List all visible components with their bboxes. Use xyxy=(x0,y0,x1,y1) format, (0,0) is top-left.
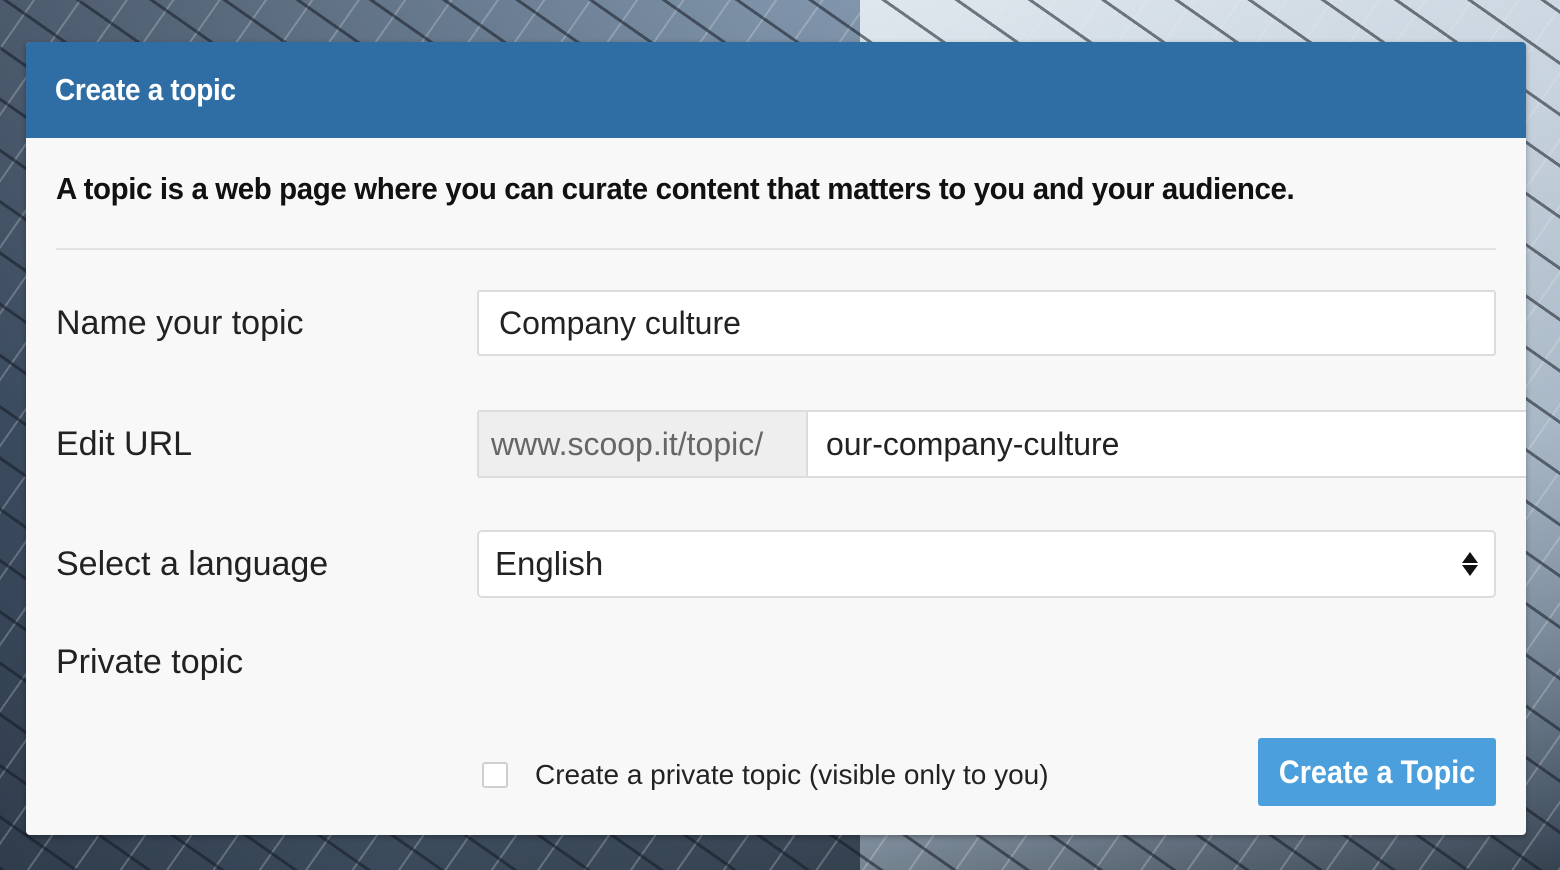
name-row: Name your topic Company culture xyxy=(56,290,1496,356)
dialog-intro: A topic is a web page where you can cura… xyxy=(56,171,1295,206)
dialog-body: A topic is a web page where you can cura… xyxy=(26,138,1526,835)
language-label: Select a language xyxy=(56,544,329,583)
select-arrows-icon xyxy=(1462,552,1478,576)
topic-name-input[interactable]: Company culture xyxy=(477,290,1496,356)
url-row: Edit URL www.scoop.it/topic/ our-company… xyxy=(56,410,1526,478)
private-label: Private topic xyxy=(56,643,244,681)
url-label: Edit URL xyxy=(56,424,193,463)
dialog-title: Create a topic xyxy=(55,72,236,107)
create-topic-button-label: Create a Topic xyxy=(1278,753,1476,790)
language-select[interactable]: English xyxy=(477,530,1496,598)
private-checkbox-row: Create a private topic (visible only to … xyxy=(477,759,1049,791)
language-selected-value: English xyxy=(495,545,604,582)
private-topic-checkbox[interactable] xyxy=(482,762,508,788)
create-topic-dialog: Create a topic A topic is a web page whe… xyxy=(26,42,1526,835)
create-topic-button[interactable]: Create a Topic xyxy=(1258,738,1496,806)
dialog-header: Create a topic xyxy=(26,42,1526,138)
language-row: Select a language English xyxy=(56,530,1496,598)
name-label: Name your topic xyxy=(56,303,304,342)
url-slug-input[interactable]: our-company-culture xyxy=(806,410,1526,478)
url-prefix: www.scoop.it/topic/ xyxy=(477,410,806,478)
private-row: Private topic xyxy=(56,643,477,682)
private-checkbox-label[interactable]: Create a private topic (visible only to … xyxy=(535,759,1049,791)
divider xyxy=(56,248,1496,250)
